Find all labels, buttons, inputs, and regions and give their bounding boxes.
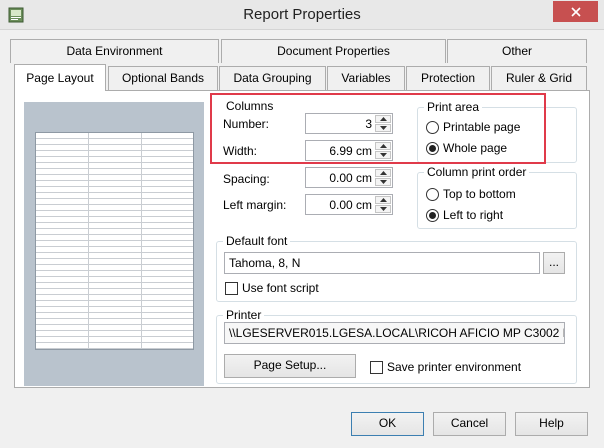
preview-column-divider	[141, 133, 142, 349]
tab-protection[interactable]: Protection	[406, 66, 490, 91]
spin-down-button[interactable]	[375, 205, 391, 213]
printer-name-field: \\LGESERVER015.LGESA.LOCAL\RICOH AFICIO …	[224, 322, 565, 344]
page-setup-button[interactable]: Page Setup...	[224, 354, 356, 378]
close-button[interactable]	[553, 1, 598, 22]
tab-ruler-grid[interactable]: Ruler & Grid	[491, 66, 587, 91]
font-browse-button[interactable]: ...	[543, 252, 565, 274]
arrow-up-icon	[380, 198, 387, 202]
tab-optional-bands[interactable]: Optional Bands	[108, 66, 218, 91]
tab-data-environment[interactable]: Data Environment	[10, 39, 219, 63]
spin-down-button[interactable]	[375, 178, 391, 186]
tab-document-properties[interactable]: Document Properties	[221, 39, 446, 63]
default-font-field[interactable]: Tahoma, 8, N	[224, 252, 540, 274]
tab-variables[interactable]: Variables	[327, 66, 405, 91]
tab-page-layout[interactable]: Page Layout	[14, 64, 106, 91]
page-preview	[24, 102, 204, 386]
left-margin-value: 0.00 cm	[329, 198, 372, 212]
left-to-right-radio[interactable]: Left to right	[426, 208, 503, 222]
spin-up-button[interactable]	[375, 169, 391, 177]
left-margin-spinner[interactable]: 0.00 cm	[305, 194, 393, 215]
save-printer-environment-checkbox[interactable]: Save printer environment	[370, 360, 521, 374]
arrow-down-icon	[380, 207, 387, 211]
close-icon	[570, 6, 581, 17]
arrow-up-icon	[380, 171, 387, 175]
checkbox-box	[225, 281, 238, 295]
highlight-box	[210, 93, 546, 164]
use-font-script-label: Use font script	[242, 281, 319, 295]
checkbox-box	[370, 360, 383, 374]
left-to-right-label: Left to right	[443, 208, 504, 222]
help-button[interactable]: Help	[515, 412, 588, 436]
default-font-legend: Default font	[226, 234, 288, 248]
radio-circle	[426, 187, 439, 201]
cancel-button[interactable]: Cancel	[433, 412, 506, 436]
top-to-bottom-radio[interactable]: Top to bottom	[426, 187, 516, 201]
spin-up-button[interactable]	[375, 196, 391, 204]
ok-button[interactable]: OK	[351, 412, 424, 436]
spacing-spinner[interactable]: 0.00 cm	[305, 167, 393, 188]
title-bar: Report Properties	[0, 0, 604, 30]
left-margin-label: Left margin:	[223, 198, 287, 212]
save-printer-environment-label: Save printer environment	[387, 360, 522, 374]
preview-column-divider	[88, 133, 89, 349]
spacing-label: Spacing:	[223, 172, 270, 186]
column-print-order-legend: Column print order	[427, 165, 527, 179]
tab-other[interactable]: Other	[447, 39, 587, 63]
arrow-down-icon	[380, 180, 387, 184]
radio-circle	[426, 208, 439, 222]
tab-data-grouping[interactable]: Data Grouping	[219, 66, 326, 91]
preview-sheet	[35, 132, 194, 350]
spacing-value: 0.00 cm	[329, 171, 372, 185]
window-title: Report Properties	[243, 6, 361, 23]
top-to-bottom-label: Top to bottom	[443, 187, 516, 201]
printer-legend: Printer	[226, 308, 262, 322]
use-font-script-checkbox[interactable]: Use font script	[225, 281, 319, 295]
